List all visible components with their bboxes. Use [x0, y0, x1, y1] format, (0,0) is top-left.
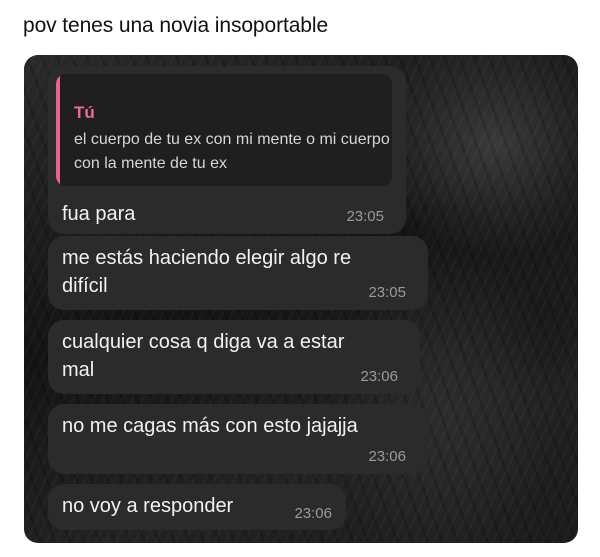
message-text: no me cagas más con esto jajajja — [62, 415, 358, 437]
reply-text: el cuerpo de tu ex con mi mente o mi cue… — [74, 131, 390, 172]
message-time: 23:06 — [368, 448, 406, 465]
message-text: cualquier cosa q diga va a estar mal — [62, 328, 344, 384]
message-line: me estás haciendo elegir algo re — [62, 247, 352, 269]
message-bubble[interactable]: cualquier cosa q diga va a estar mal 23:… — [48, 320, 420, 394]
message-bubble[interactable]: me estás haciendo elegir algo re difícil… — [48, 236, 428, 310]
message-text: fua para — [62, 203, 136, 225]
message-bubble[interactable]: no me cagas más con esto jajajja 23:06 — [48, 404, 428, 474]
message-text: no voy a responder — [62, 495, 234, 517]
message-time: 23:05 — [368, 284, 406, 301]
message-line: mal — [62, 359, 95, 381]
message-line: difícil — [62, 275, 108, 297]
reply-author: Tú — [74, 103, 95, 122]
message-bubble[interactable]: Tú el cuerpo de tu ex con mi mente o mi … — [48, 66, 406, 234]
message-time: 23:05 — [346, 208, 384, 225]
message-text: me estás haciendo elegir algo re difícil — [62, 244, 351, 300]
post-caption: pov tenes una novia insoportable — [23, 14, 329, 37]
message-time: 23:06 — [294, 505, 332, 522]
chat-screenshot: Tú el cuerpo de tu ex con mi mente o mi … — [24, 55, 578, 543]
reply-accent-bar — [56, 74, 60, 186]
message-bubble[interactable]: no voy a responder 23:06 — [48, 484, 346, 530]
message-line: cualquier cosa q diga va a estar — [62, 331, 345, 353]
quoted-reply[interactable]: Tú el cuerpo de tu ex con mi mente o mi … — [56, 74, 392, 186]
message-time: 23:06 — [360, 368, 398, 385]
